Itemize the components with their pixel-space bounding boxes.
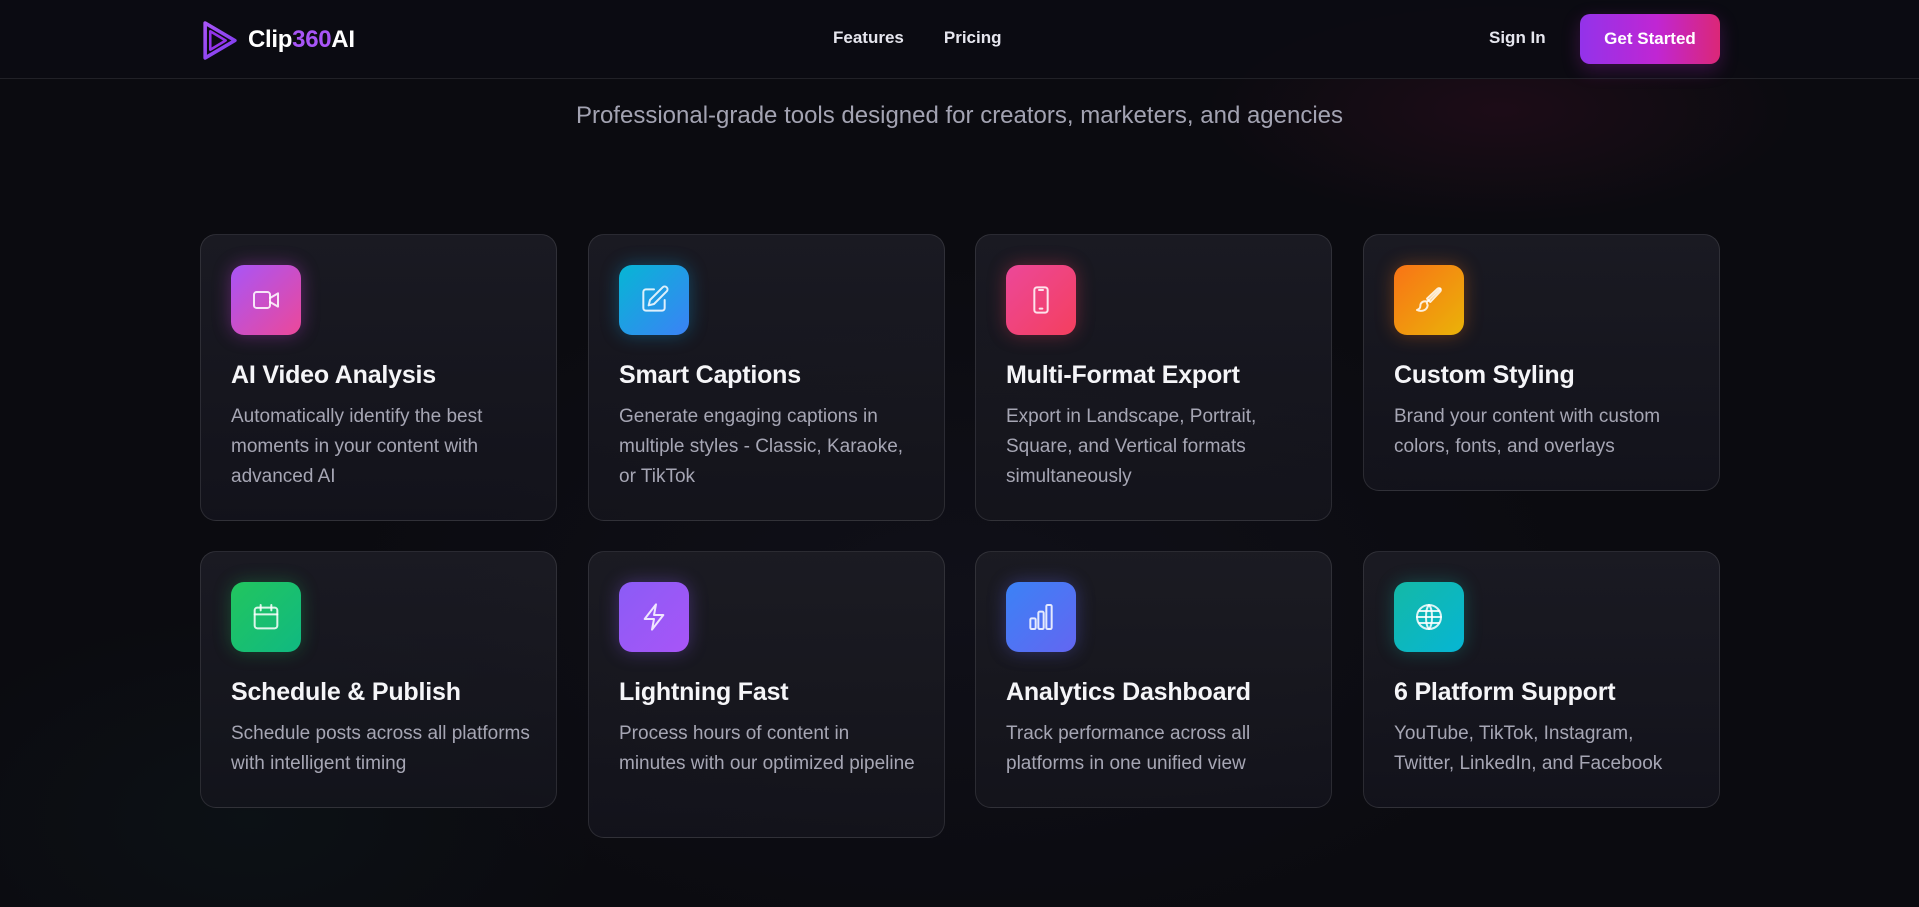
smartphone-icon — [1033, 286, 1049, 314]
page: Clip360AI Features Pricing Sign In Get S… — [0, 0, 1919, 907]
feature-title: Smart Captions — [619, 361, 801, 389]
feature-icon-box — [1006, 265, 1076, 335]
brand-logo[interactable]: Clip360AI — [199, 18, 355, 62]
feature-icon-box — [231, 265, 301, 335]
feature-title: Schedule & Publish — [231, 678, 461, 706]
feature-icon-box — [231, 582, 301, 652]
feature-card-schedule-publish: Schedule & Publish Schedule posts across… — [200, 551, 557, 808]
brand-name-accent: 360 — [292, 26, 332, 53]
brand-name-part1: Clip — [248, 26, 293, 53]
feature-card-lightning-fast: Lightning Fast Process hours of content … — [588, 551, 945, 838]
feature-card-analytics-dashboard: Analytics Dashboard Track performance ac… — [975, 551, 1332, 808]
section-subtitle: Professional-grade tools designed for cr… — [575, 102, 1344, 129]
feature-title: Multi-Format Export — [1006, 361, 1240, 389]
brand-name: Clip360AI — [248, 26, 355, 54]
paintbrush-icon — [1416, 287, 1442, 312]
brand-name-part2: AI — [331, 26, 355, 53]
bar-chart-icon — [1029, 604, 1053, 630]
feature-icon-box — [619, 582, 689, 652]
nav-link-features[interactable]: Features — [833, 28, 904, 48]
main-nav: Features Pricing — [833, 28, 1002, 48]
feature-icon-box — [1394, 582, 1464, 652]
feature-card-smart-captions: Smart Captions Generate engaging caption… — [588, 234, 945, 521]
feature-title: Lightning Fast — [619, 678, 789, 706]
calendar-icon — [253, 604, 279, 630]
pen-edit-icon — [642, 285, 669, 312]
feature-description: YouTube, TikTok, Instagram, Twitter, Lin… — [1394, 723, 1663, 774]
feature-card-custom-styling: Custom Styling Brand your content with c… — [1363, 234, 1720, 491]
feature-icon-box — [1006, 582, 1076, 652]
nav-link-pricing[interactable]: Pricing — [944, 28, 1002, 48]
feature-card-ai-video-analysis: AI Video Analysis Automatically identify… — [200, 234, 557, 521]
feature-card-multi-format-export: Multi-Format Export Export in Landscape,… — [975, 234, 1332, 521]
feature-description: Schedule posts across all platforms with… — [231, 723, 530, 774]
feature-title: 6 Platform Support — [1394, 678, 1616, 706]
feature-card-platform-support: 6 Platform Support YouTube, TikTok, Inst… — [1363, 551, 1720, 808]
feature-title: AI Video Analysis — [231, 361, 437, 389]
feature-description: Brand your content with custom colors, f… — [1394, 406, 1661, 457]
sign-in-link[interactable]: Sign In — [1489, 28, 1546, 48]
lightning-bolt-icon — [643, 603, 665, 631]
feature-icon-box — [1394, 265, 1464, 335]
get-started-button[interactable]: Get Started — [1580, 14, 1720, 64]
play-triangle-icon — [203, 20, 237, 60]
feature-description: Track performance across all platforms i… — [1006, 723, 1251, 774]
feature-icon-box — [619, 265, 689, 335]
feature-title: Analytics Dashboard — [1006, 678, 1251, 706]
feature-description: Generate engaging captions in multiple s… — [619, 406, 904, 487]
globe-icon — [1416, 604, 1442, 630]
feature-description: Export in Landscape, Portrait, Square, a… — [1006, 406, 1257, 487]
video-camera-icon — [253, 291, 279, 309]
feature-description: Process hours of content in minutes with… — [619, 723, 915, 774]
top-navbar: Clip360AI Features Pricing Sign In Get S… — [0, 0, 1919, 79]
feature-description: Automatically identify the best moments … — [231, 406, 483, 487]
feature-title: Custom Styling — [1394, 361, 1575, 389]
